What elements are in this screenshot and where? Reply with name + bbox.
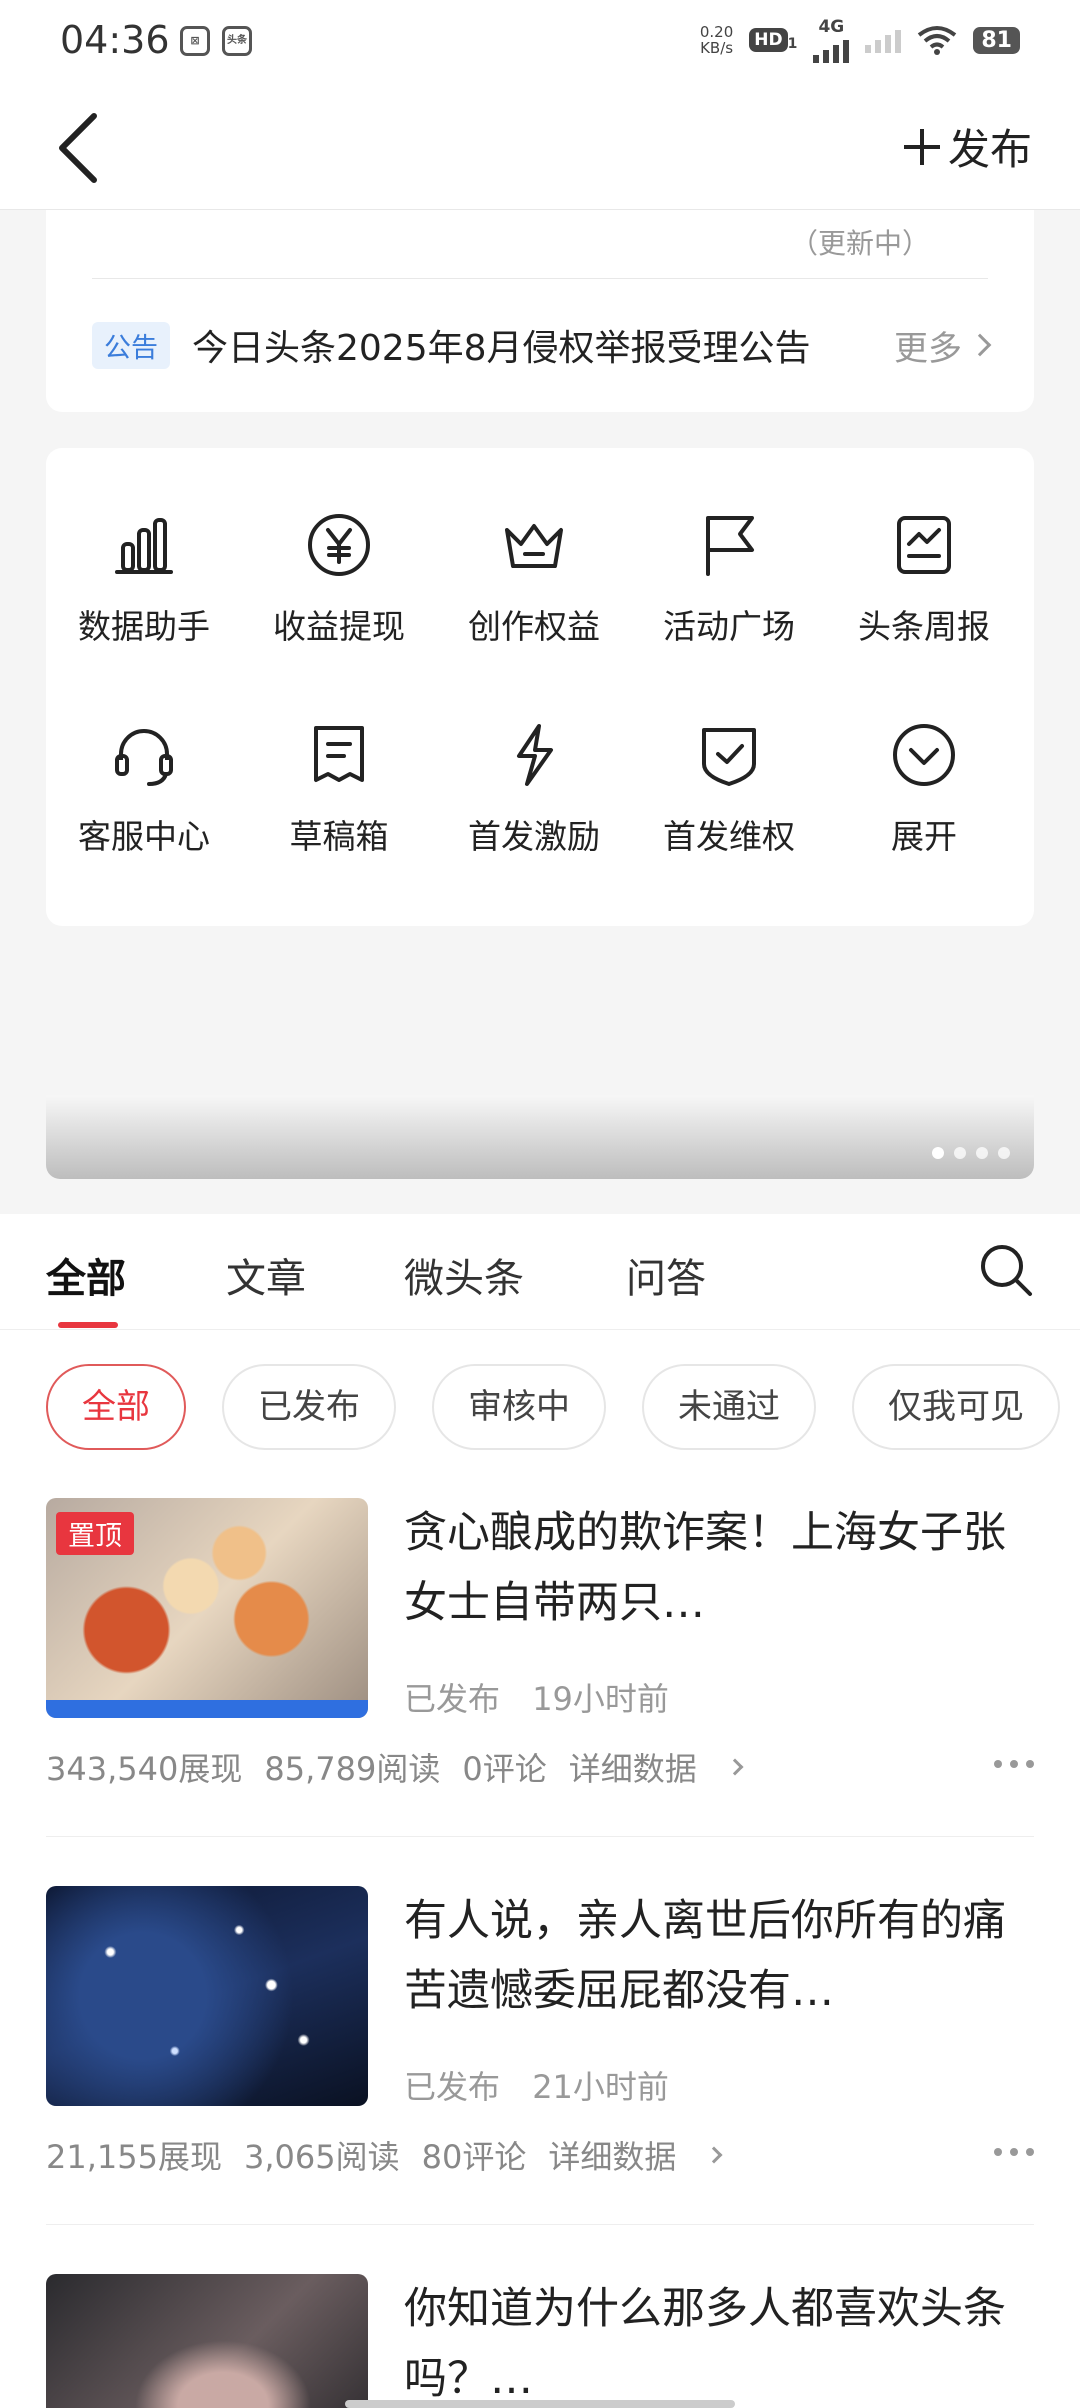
detail-data-link[interactable]: 详细数据 [569,1744,763,1790]
filter-all[interactable]: 全部 [46,1364,186,1450]
hd-icon: HD [749,28,788,52]
article-title[interactable]: 有人说，亲人离世后你所有的痛苦遗憾委屈屁都没有… [404,1886,1034,2026]
expand-icon [893,724,955,786]
tool-drafts[interactable]: 草稿箱 [244,720,434,858]
status-indicators: 0.20 KB/s HD 1 4G 81 [699,17,1020,63]
content-list-section: 全部 文章 微头条 问答 全部 已发布 审核中 未通过 仅我可见 置顶 贪心酿成… [0,1214,1080,2408]
article-thumbnail [46,1886,368,2106]
publish-button[interactable]: 发布 [903,116,1032,177]
yen-icon [308,514,370,576]
divider [46,2224,1034,2225]
pinned-badge: 置顶 [56,1512,134,1555]
tool-weekly-report[interactable]: 头条周报 [829,510,1019,648]
more-link[interactable]: 更多 [894,321,992,370]
back-arrow-icon[interactable] [50,108,110,188]
more-options-icon[interactable] [994,1760,1034,1768]
status-filters: 全部 已发布 审核中 未通过 仅我可见 [46,1364,1060,1450]
article-title[interactable]: 你知道为什么那多人都喜欢头条吗？… [404,2274,1034,2408]
list-item[interactable]: 置顶 贪心酿成的欺诈案！上海女子张女士自带两只… 已发布 19小时前 343,5… [46,1498,1034,1798]
headset-icon [115,729,173,786]
tool-first-publish-incentive[interactable]: 首发激励 [439,720,629,858]
announcement-row[interactable]: 公告 今日头条2025年8月侵权举报受理公告 更多 [92,319,992,371]
tool-earnings-withdraw[interactable]: 收益提现 [244,510,434,648]
divider [92,278,988,279]
chevron-right-icon [705,2146,723,2164]
tab-all[interactable]: 全部 [46,1246,126,1304]
tab-micro-toutiao[interactable]: 微头条 [404,1246,524,1304]
tab-qa[interactable]: 问答 [626,1246,706,1304]
tool-creator-rights[interactable]: 创作权益 [439,510,629,648]
flag-icon [706,516,754,576]
signal-2-icon [865,27,902,53]
article-stats: 343,540展现 85,789阅读 0评论 详细数据 [46,1744,785,1790]
list-item[interactable]: 你知道为什么那多人都喜欢头条吗？… [46,2274,1034,2408]
chevron-right-icon [968,333,992,357]
notice-card: （更新中） 公告 今日头条2025年8月侵权举报受理公告 更多 [46,210,1034,412]
article-thumbnail [46,2274,368,2408]
lightning-icon [517,724,553,786]
plus-icon [903,128,940,165]
list-item[interactable]: 有人说，亲人离世后你所有的痛苦遗憾委屈屁都没有… 已发布 21小时前 21,15… [46,1886,1034,2186]
article-thumbnail: 置顶 [46,1498,368,1718]
search-icon[interactable] [978,1242,1034,1298]
more-options-icon[interactable] [994,2148,1034,2156]
wifi-icon [918,26,957,55]
carousel-indicator [932,1147,1010,1159]
article-meta: 已发布 19小时前 [404,1680,669,1718]
tool-expand[interactable]: 展开 [829,720,1019,858]
battery-icon: 81 [973,26,1020,54]
status-bar: 04:36 ⊠ 头条 0.20 KB/s HD 1 4G 81 [0,0,1080,86]
bar-chart-icon [115,518,173,574]
tools-grid: 数据助手 收益提现 创作权益 活动广场 头条周报 客服中心 草稿箱 首发激励 首… [46,448,1034,926]
tool-first-publish-protection[interactable]: 首发维权 [634,720,824,858]
notification-icon: ⊠ [180,26,210,56]
chevron-right-icon [726,1758,744,1776]
draft-icon [314,726,364,782]
tool-activity-square[interactable]: 活动广场 [634,510,824,648]
article-stats: 21,155展现 3,065阅读 80评论 详细数据 [46,2132,764,2178]
active-tab-indicator [58,1322,118,1328]
article-meta: 已发布 21小时前 [404,2068,669,2106]
banner-carousel[interactable] [46,1095,1034,1179]
announcement-text[interactable]: 今日头条2025年8月侵权举报受理公告 [192,319,894,371]
home-indicator [345,2400,735,2408]
shield-check-icon [702,728,756,786]
filter-rejected[interactable]: 未通过 [642,1364,816,1450]
signal-icon [813,37,850,63]
updating-label: （更新中） [789,227,930,260]
filter-published[interactable]: 已发布 [222,1364,396,1450]
toutiao-notification-icon: 头条 [222,26,252,56]
article-title[interactable]: 贪心酿成的欺诈案！上海女子张女士自带两只… [404,1498,1034,1638]
divider [46,1836,1034,1837]
filter-under-review[interactable]: 审核中 [432,1364,606,1450]
detail-data-link[interactable]: 详细数据 [548,2132,742,2178]
tab-articles[interactable]: 文章 [226,1246,306,1304]
network-type: 4G [818,17,845,37]
announcement-tag: 公告 [92,321,170,369]
top-nav-bar: 发布 [0,86,1080,210]
status-time: 04:36 [60,18,170,62]
tool-customer-service[interactable]: 客服中心 [49,720,239,858]
tool-data-assistant[interactable]: 数据助手 [49,510,239,648]
content-tabs: 全部 文章 微头条 问答 [0,1214,1080,1330]
filter-private[interactable]: 仅我可见 [852,1364,1060,1450]
net-speed: 0.20 KB/s [699,23,734,57]
crown-icon [505,524,563,568]
report-icon [897,516,951,574]
